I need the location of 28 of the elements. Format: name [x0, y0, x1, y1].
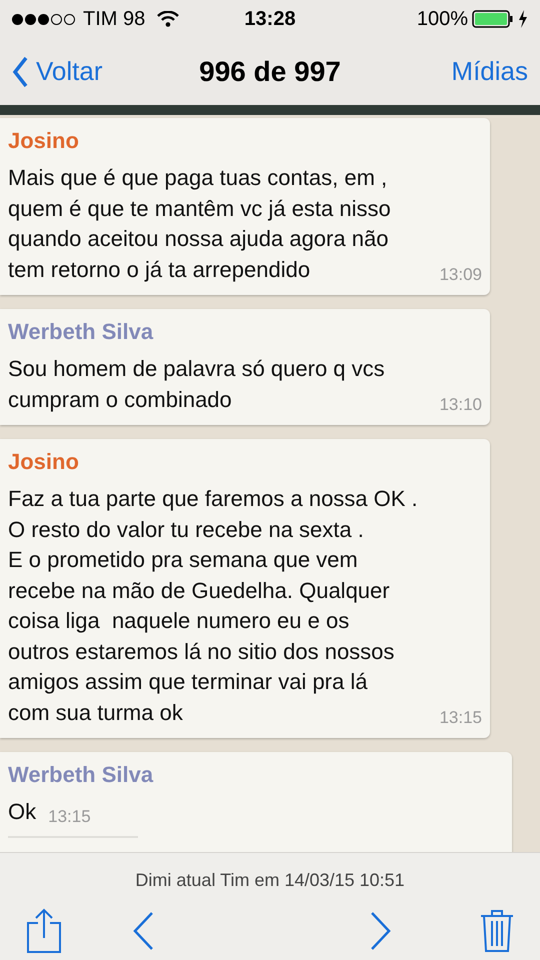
message-time: 13:15 — [439, 706, 482, 728]
chevron-left-icon[interactable] — [132, 911, 154, 951]
message-text: Ok — [8, 798, 36, 826]
photo-caption: Dimi atual Tim em 14/03/15 10:51 — [135, 869, 405, 892]
carrier-text: TIM 98 — [83, 7, 146, 32]
sender-name: Werbeth Silva — [8, 761, 154, 789]
signal-icon — [12, 14, 75, 24]
message-time: 13:10 — [439, 394, 482, 416]
media-link[interactable]: Mídias — [451, 52, 528, 91]
battery-icon — [472, 10, 514, 28]
trash-icon[interactable] — [480, 909, 514, 953]
clock-text: 13:28 — [244, 7, 296, 32]
wifi-icon — [157, 11, 180, 27]
message-time: 13:15 — [48, 806, 91, 828]
chevron-left-icon — [12, 56, 28, 88]
message-text: Faz a tua parte que faremos a nossa OK . O resto do valor tu recebe na sexta . E o prometido pra semana que vem recebe na mão de Guedelha. Qualquer coisa liga naquele numero eu e os outros estaremos lá no sitio dos nossos amigos assim que terminar vai pra lá com sua turma ok — [8, 485, 418, 726]
chevron-right-icon[interactable] — [370, 911, 392, 951]
share-icon[interactable] — [26, 908, 62, 954]
battery-text: 100% — [416, 7, 468, 32]
page-title: 996 de 997 — [199, 54, 341, 88]
back-button[interactable]: Voltar — [12, 52, 102, 91]
sender-name: Werbeth Silva — [8, 318, 154, 346]
message-time: 13:09 — [439, 264, 482, 286]
message-text: Mais que é que paga tuas contas, em , quem é que te mantêm vc já esta nisso quando aceitou nossa ajuda agora não tem retorno o já ta arrependido — [8, 164, 391, 284]
charging-icon — [518, 10, 528, 28]
sender-name: Josino — [8, 127, 79, 155]
message-text: Sou homem de palavra só quero q vcs cumpram o combinado — [8, 355, 385, 414]
sender-name: Josino — [8, 448, 79, 476]
